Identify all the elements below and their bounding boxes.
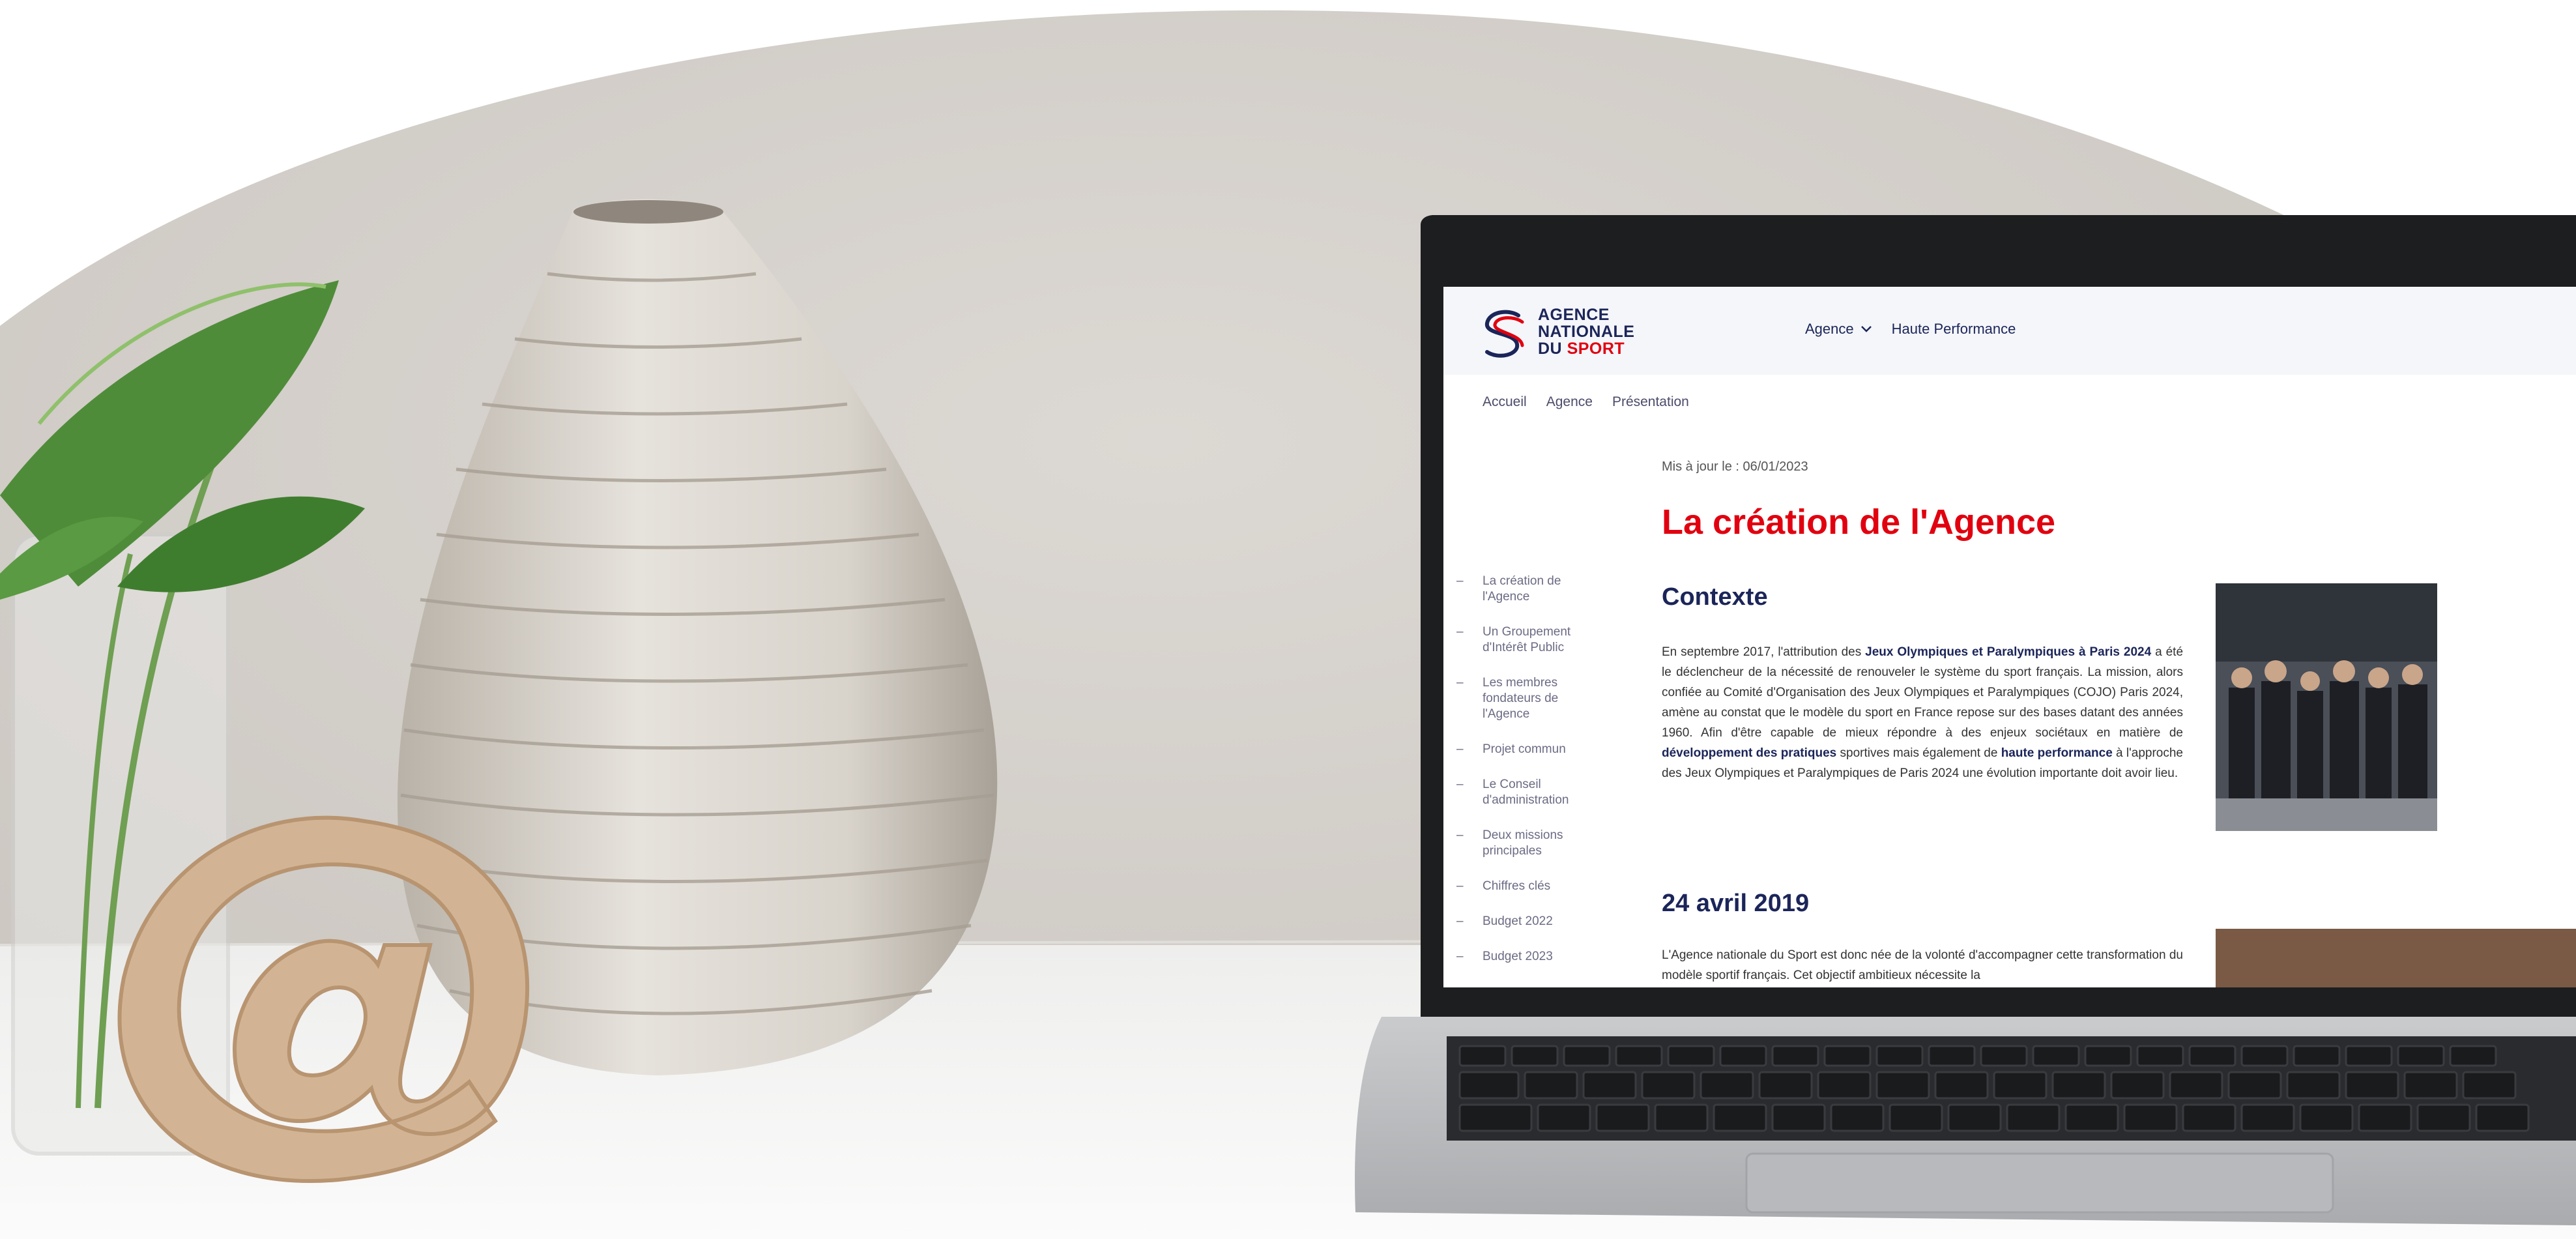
chevron-down-icon — [1860, 326, 1872, 332]
side-nav-label: Le Conseil d'administration — [1483, 778, 1569, 807]
side-nav: – La création de l'Agence – Un Groupement … — [1456, 547, 1606, 984]
dash-icon: – — [1456, 625, 1464, 639]
section-heading-date: 24 avril 2019 — [1662, 890, 1810, 917]
last-updated: Mis à jour le : 06/01/2023 — [1662, 459, 1808, 474]
side-nav-label: Les membres fondateurs de l'Agence — [1483, 676, 1559, 721]
side-nav-label: Budget 2023 — [1483, 950, 1553, 963]
logo-line-3-prefix: DU — [1538, 340, 1567, 358]
para-text: sportives mais également de — [1836, 746, 2001, 760]
side-nav-item[interactable]: – La création de l'Agence — [1456, 574, 1606, 605]
dash-icon: – — [1456, 950, 1464, 963]
ans-logo-text[interactable]: AGENCE NATIONALE DU SPORT — [1538, 306, 1634, 357]
top-nav: Agence Haute Performance — [1805, 321, 2016, 338]
para-text: En septembre 2017, l'attribution des — [1662, 645, 1866, 659]
dash-icon: – — [1456, 828, 1464, 842]
dash-icon: – — [1456, 574, 1464, 588]
logo-line-3: DU SPORT — [1538, 340, 1634, 357]
section-paragraph-contexte: En septembre 2017, l'attribution des Jeu… — [1662, 642, 2183, 783]
side-nav-label: Un Groupement d'Intérêt Public — [1483, 625, 1571, 654]
ans-logo-icon — [1485, 310, 1524, 358]
logo-line-3-red: SPORT — [1567, 340, 1625, 358]
side-nav-item[interactable]: – Chiffres clés — [1456, 879, 1606, 894]
dash-icon: – — [1456, 778, 1464, 791]
dash-icon: – — [1456, 879, 1464, 893]
dash-icon: – — [1456, 914, 1464, 928]
side-nav-label: Budget 2022 — [1483, 914, 1553, 928]
side-nav-item[interactable]: – Les membres fondateurs de l'Agence — [1456, 675, 1606, 722]
page-title: La création de l'Agence — [1662, 503, 2056, 542]
dash-icon: – — [1456, 742, 1464, 756]
side-nav-label: La création de l'Agence — [1483, 574, 1561, 604]
nav-agence-label: Agence — [1805, 321, 1854, 337]
para-bold: Jeux Olympiques et Paralympiques à Paris… — [1865, 645, 2152, 659]
nav-agence[interactable]: Agence — [1805, 321, 1872, 338]
para-text: a été le déclencheur de la nécessité de … — [1662, 645, 2184, 740]
side-nav-item[interactable]: – Deux missions principales — [1456, 828, 1606, 859]
nav-haute-performance-label: Haute Performance — [1891, 321, 2016, 337]
para-bold: haute performance — [2001, 746, 2113, 760]
site-header: AGENCE NATIONALE DU SPORT Agence Haute P… — [1443, 287, 2576, 375]
logo-line-1: AGENCE — [1538, 306, 1610, 324]
group-photo — [2216, 583, 2437, 831]
logo-line-2: NATIONALE — [1538, 323, 1635, 341]
breadcrumb-accueil[interactable]: Accueil — [1483, 394, 1527, 410]
side-nav-item[interactable]: – Budget 2022 — [1456, 914, 1606, 929]
laptop-screen-website: AGENCE NATIONALE DU SPORT Agence Haute P… — [1443, 287, 2576, 987]
breadcrumb-presentation: Présentation — [1612, 394, 1689, 409]
para-bold: développement des pratiques — [1662, 746, 1837, 760]
dash-icon: – — [1456, 676, 1464, 690]
nav-haute-performance[interactable]: Haute Performance — [1892, 321, 2016, 338]
group-photo-illustration — [2216, 583, 2437, 831]
section-paragraph-date: L'Agence nationale du Sport est donc née… — [1662, 948, 2183, 982]
side-nav-label: Projet commun — [1483, 742, 1566, 756]
side-nav-item[interactable]: – Projet commun — [1456, 742, 1606, 757]
breadcrumb-agence[interactable]: Agence — [1546, 394, 1593, 410]
breadcrumb: Accueil Agence Présentation — [1483, 394, 1689, 410]
side-nav-label: Deux missions principales — [1483, 828, 1563, 858]
side-nav-item[interactable]: – Le Conseil d'administration — [1456, 777, 1606, 808]
side-nav-item[interactable]: – Budget 2023 — [1456, 949, 1606, 965]
side-nav-label: Chiffres clés — [1483, 879, 1551, 893]
section-heading-contexte: Contexte — [1662, 583, 1768, 611]
second-photo — [2216, 929, 2576, 987]
side-nav-item[interactable]: – Un Groupement d'Intérêt Public — [1456, 624, 1606, 656]
